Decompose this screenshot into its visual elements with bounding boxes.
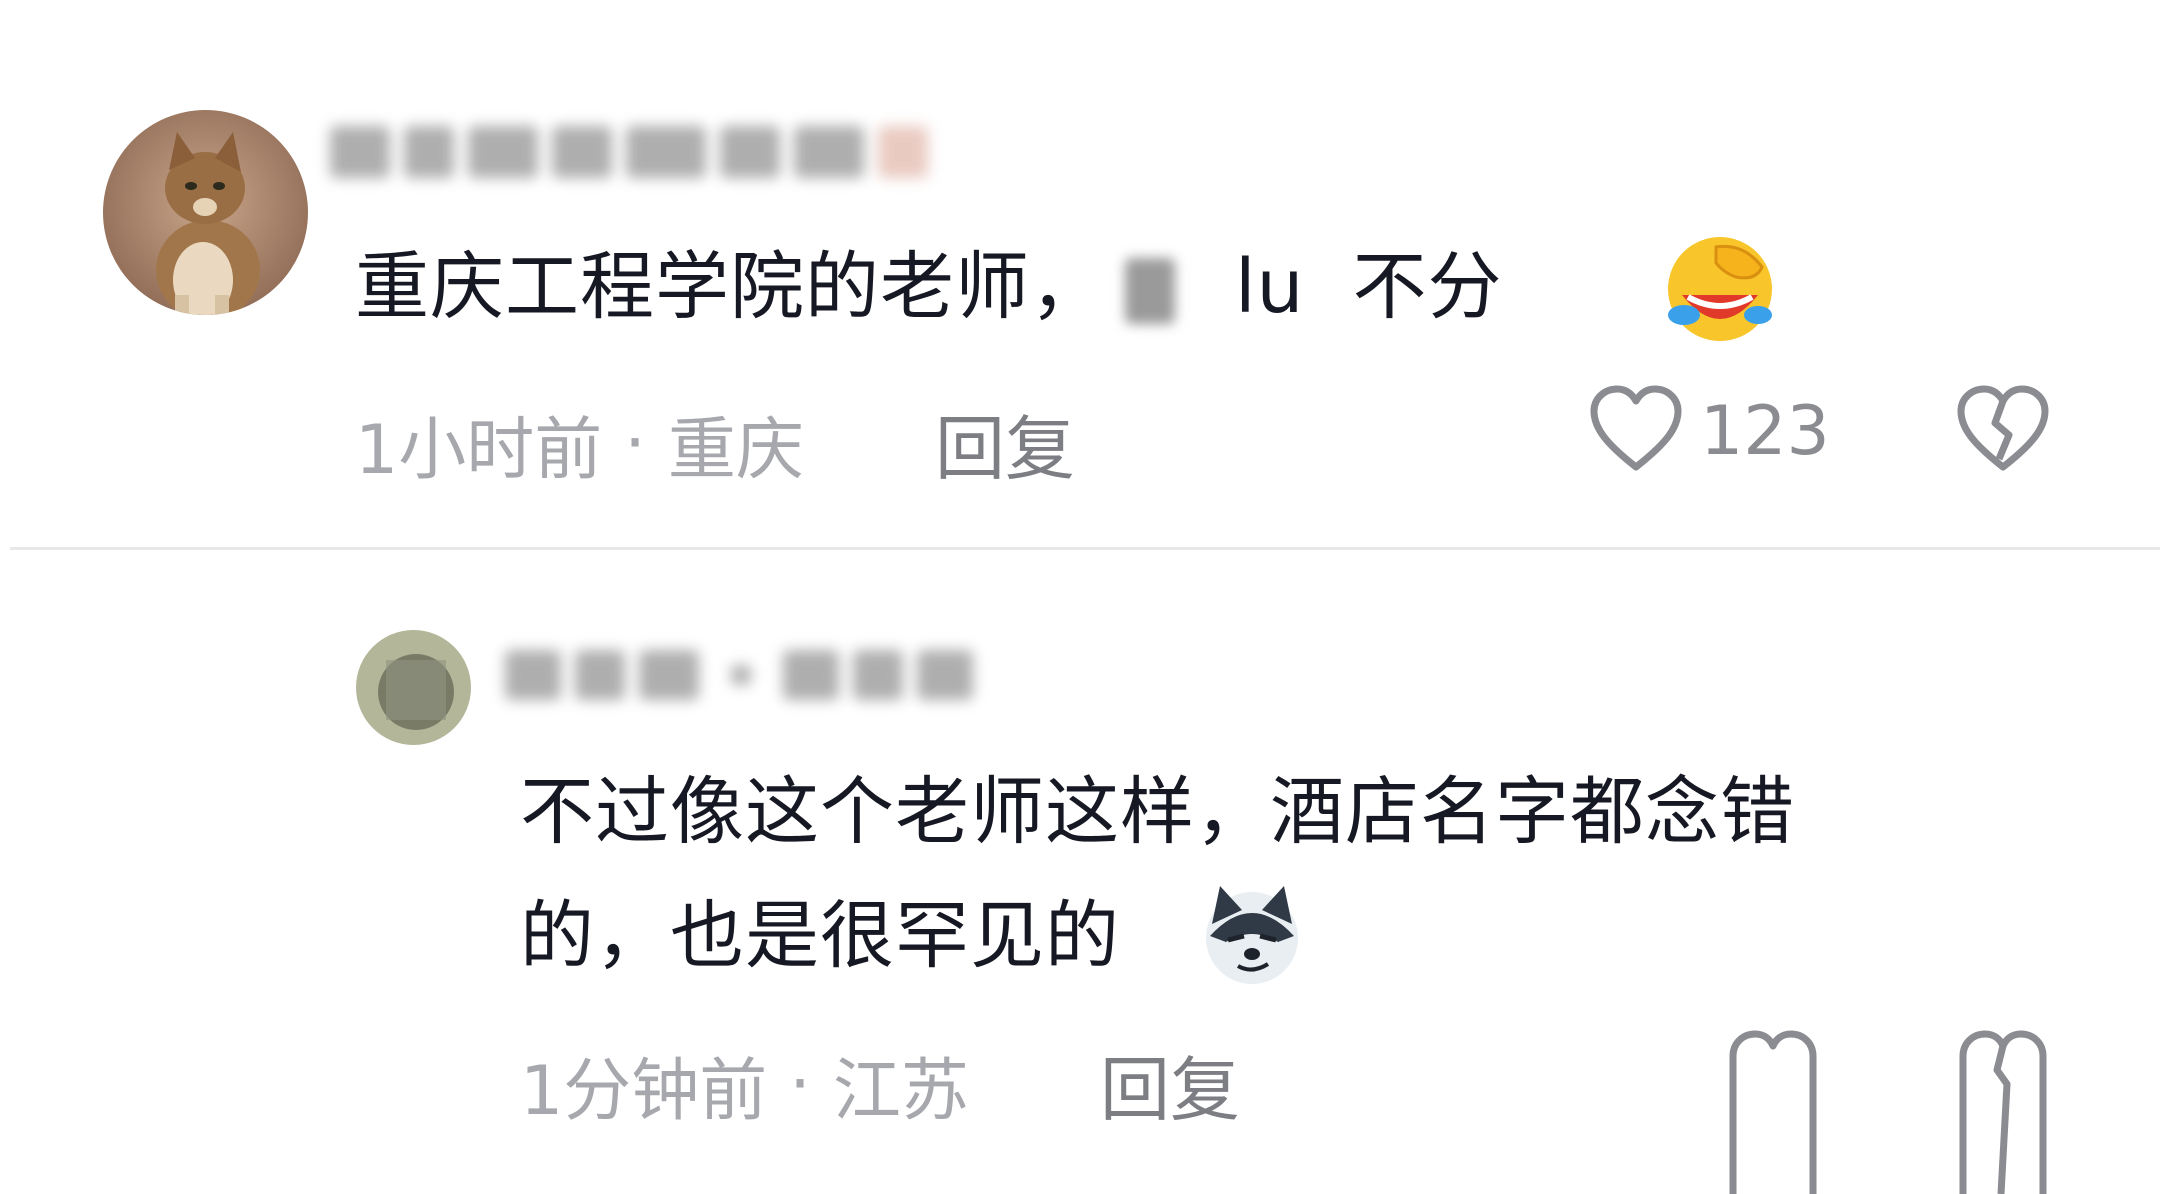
cat-avatar-icon <box>103 110 308 315</box>
avatar[interactable] <box>103 110 308 315</box>
reply-meta: 1分钟前 · 江苏 <box>520 1035 969 1134</box>
like-count: 123 <box>1700 392 1830 471</box>
meta-separator: · <box>624 404 646 483</box>
comment-time: 1小时前 <box>355 411 603 490</box>
comment-text: 重庆工程学院的老师， lu 不分 <box>355 244 1503 330</box>
divider <box>10 547 2160 550</box>
heart-icon[interactable] <box>1725 1030 1821 1194</box>
broken-heart-icon[interactable] <box>1955 1030 2051 1194</box>
smirking-husky-emoji-icon <box>1206 886 1298 984</box>
reply-button[interactable]: 回复 <box>935 393 1075 494</box>
blurred-avatar-icon <box>356 630 471 745</box>
reply-location: 江苏 <box>832 1052 969 1131</box>
blurred-username[interactable] <box>330 126 928 178</box>
reply-text: 不过像这个老师这样，酒店名字都念错 的，也是很罕见的 <box>520 750 2140 998</box>
comment-location: 重庆 <box>667 411 804 490</box>
reply-text-line-1: 不过像这个老师这样，酒店名字都念错 <box>520 769 1795 855</box>
laughing-crying-emoji-icon <box>1668 237 1772 341</box>
broken-heart-icon[interactable] <box>1955 385 2051 475</box>
reply-button[interactable]: 回复 <box>1100 1034 1240 1135</box>
reply-text-line-2: 的，也是很罕见的 <box>520 893 1120 979</box>
comment-thread: 重庆工程学院的老师， lu 不分 1小时前 · 重庆 回复 123 不过像这个老… <box>0 0 2160 1194</box>
blurred-username[interactable] <box>505 650 973 700</box>
heart-icon[interactable] <box>1588 385 1684 475</box>
meta-separator: · <box>789 1045 811 1124</box>
comment-meta: 1小时前 · 重庆 <box>355 394 804 493</box>
reply-time: 1分钟前 <box>520 1052 768 1131</box>
censored-mosaic <box>1125 258 1175 325</box>
avatar[interactable] <box>356 630 471 745</box>
